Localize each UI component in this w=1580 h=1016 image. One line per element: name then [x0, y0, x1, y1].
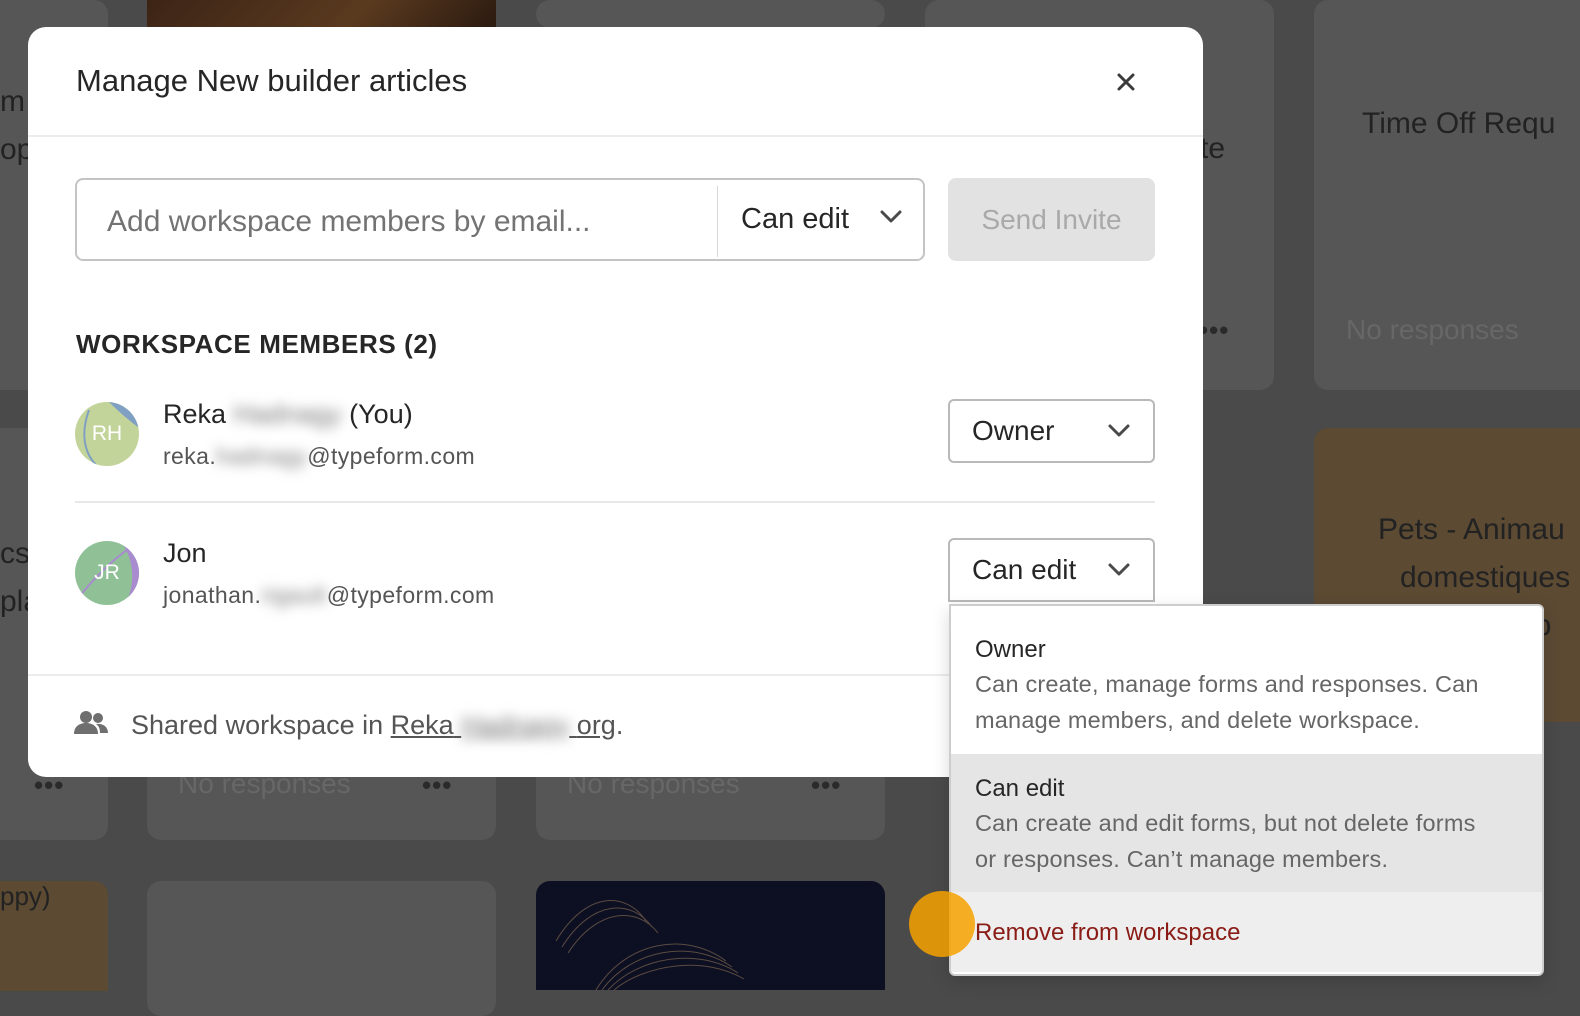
member-role-value: Can edit — [972, 554, 1077, 585]
role-option-owner[interactable]: Owner Can create, manage forms and respo… — [951, 606, 1542, 754]
chevron-down-icon — [1108, 563, 1130, 576]
org-name-first: Reka — [390, 710, 454, 740]
organization-link[interactable]: Reka Hadnagy org — [391, 710, 616, 740]
member-name: Reka Hadnagy (You) — [163, 399, 413, 430]
chevron-down-icon — [880, 210, 902, 223]
email-redacted: rigault — [261, 582, 327, 608]
member-email: reka.hadnagy@typeform.com — [163, 443, 475, 470]
people-icon — [74, 711, 108, 734]
email-domain: @typeform.com — [326, 582, 495, 608]
role-option-desc-line: manage members, and delete workspace. — [975, 707, 1420, 733]
footer-end: . — [615, 710, 624, 740]
member-last-name-redacted: Hadnagy — [233, 399, 342, 429]
background-card-title: m — [0, 85, 25, 118]
background-card-title: te — [1200, 132, 1226, 165]
role-option-title: Can edit — [975, 775, 1065, 802]
divider — [717, 186, 718, 257]
role-option-desc-line: or responses. Can’t manage members. — [975, 846, 1389, 872]
role-option-description: Can create and edit forms, but not delet… — [975, 805, 1535, 877]
click-indicator — [909, 891, 975, 957]
email-prefix: jonathan. — [163, 582, 262, 608]
remove-label: Remove from workspace — [975, 919, 1241, 946]
background-card-title: cs — [0, 537, 30, 570]
member-row: RH Reka Hadnagy (You) reka.hadnagy@typef… — [75, 397, 1155, 497]
close-icon — [1117, 73, 1135, 91]
org-name-redacted: Hadnagy — [461, 710, 570, 740]
background-card — [536, 0, 885, 28]
modal-header: Manage New builder articles — [28, 27, 1203, 137]
remove-from-workspace-option[interactable]: Remove from workspace — [951, 892, 1542, 972]
background-card-image — [536, 881, 885, 990]
background-card — [147, 881, 496, 1016]
avatar: JR — [75, 541, 139, 605]
divider — [75, 501, 1155, 503]
background-card-image — [147, 0, 496, 28]
role-option-can-edit[interactable]: Can edit Can create and edit forms, but … — [951, 754, 1542, 892]
background-card-title: Time Off Requ — [1362, 107, 1556, 140]
role-option-title: Owner — [975, 636, 1046, 663]
footer-text: Shared workspace in Reka Hadnagy org. — [131, 710, 623, 741]
background-card-title: Pets - Animau — [1378, 513, 1565, 546]
background-card-title: ppy) — [0, 881, 51, 911]
background-status: No responses — [1346, 314, 1519, 345]
member-first-name: Jon — [163, 538, 207, 568]
org-suffix: org — [576, 710, 616, 740]
invite-field-group: Can edit — [75, 178, 925, 261]
role-option-description: Can create, manage forms and responses. … — [975, 666, 1535, 738]
role-option-desc-line: Can create, manage forms and responses. … — [975, 671, 1479, 697]
member-name: Jon — [163, 538, 207, 569]
avatar-initials: RH — [91, 422, 123, 445]
avatar-initials: JR — [94, 561, 120, 584]
email-domain: @typeform.com — [307, 443, 476, 469]
invite-row: Can edit Send Invite — [75, 178, 1155, 261]
member-role-value: Owner — [972, 415, 1055, 446]
role-dropdown-menu: Owner Can create, manage forms and respo… — [949, 604, 1544, 976]
invite-role-select[interactable]: Can edit — [719, 180, 925, 259]
member-role-select[interactable]: Can edit — [948, 538, 1155, 602]
more-options-icon: ••• — [1199, 315, 1230, 345]
send-invite-button[interactable]: Send Invite — [948, 178, 1155, 261]
section-title: WORKSPACE MEMBERS (2) — [76, 329, 438, 359]
footer-prefix: Shared workspace in — [131, 710, 391, 740]
email-redacted: hadnagy — [216, 443, 308, 469]
email-prefix: reka. — [163, 443, 217, 469]
member-email: jonathan.rigault@typeform.com — [163, 582, 495, 609]
invite-email-input[interactable] — [79, 182, 715, 261]
close-button[interactable] — [1109, 65, 1143, 99]
modal-title: Manage New builder articles — [76, 63, 468, 98]
invite-role-value: Can edit — [741, 203, 850, 235]
member-first-name: Reka — [163, 399, 227, 429]
background-card-title: domestiques — [1400, 561, 1571, 594]
role-option-desc-line: Can create and edit forms, but not delet… — [975, 810, 1476, 836]
you-label: (You) — [349, 399, 413, 429]
member-role-select[interactable]: Owner — [948, 399, 1155, 463]
avatar: RH — [75, 402, 139, 466]
chevron-down-icon — [1108, 424, 1130, 437]
